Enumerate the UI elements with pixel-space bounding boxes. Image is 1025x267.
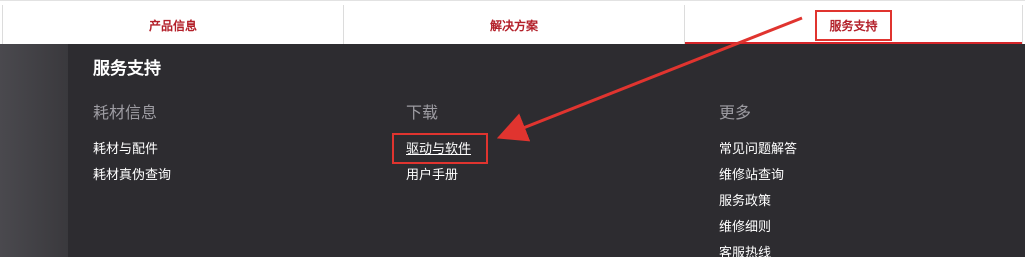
column-heading: 耗材信息 [93, 103, 158, 122]
annotation-highlight-box [392, 133, 488, 164]
tab-solutions[interactable]: 解决方案 [344, 5, 685, 45]
column-heading: 更多 [719, 103, 752, 122]
tab-product-info[interactable]: 产品信息 [2, 5, 344, 45]
link-service-policy[interactable]: 服务政策 [719, 189, 797, 215]
panel-title: 服务支持 [93, 59, 161, 79]
top-navigation: 产品信息 解决方案 服务支持 [0, 0, 1025, 46]
column-heading: 下载 [406, 103, 439, 122]
link-consumables-accessories[interactable]: 耗材与配件 [93, 137, 171, 163]
link-faq[interactable]: 常见问题解答 [719, 137, 797, 163]
link-repair-rules[interactable]: 维修细则 [719, 215, 797, 241]
panel-background [68, 44, 1025, 257]
link-service-center-lookup[interactable]: 维修站查询 [719, 163, 797, 189]
column-more: 更多 常见问题解答 维修站查询 服务政策 维修细则 客服热线 [719, 99, 797, 267]
tab-label: 服务支持 [815, 9, 892, 41]
panel-side-shade [0, 44, 68, 257]
link-consumables-authenticity[interactable]: 耗材真伪查询 [93, 163, 171, 189]
link-user-manual[interactable]: 用户手册 [406, 163, 471, 189]
tab-service-support[interactable]: 服务支持 [685, 5, 1023, 46]
link-hotline[interactable]: 客服热线 [719, 241, 797, 267]
tab-label: 解决方案 [489, 18, 538, 33]
column-consumables: 耗材信息 耗材与配件 耗材真伪查询 [93, 99, 171, 189]
tab-label: 产品信息 [148, 18, 197, 33]
